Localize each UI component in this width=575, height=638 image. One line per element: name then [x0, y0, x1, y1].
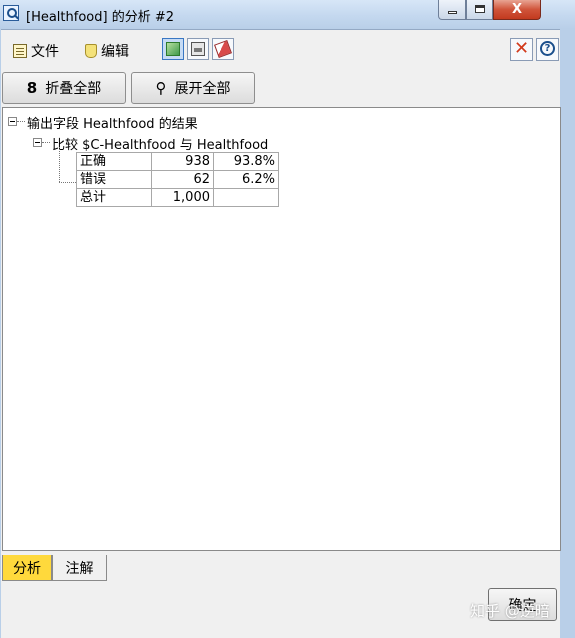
- row-label: 正确: [76, 152, 152, 171]
- row-count: 1,000: [151, 188, 214, 207]
- maximize-icon: [475, 5, 485, 13]
- menu-bar: 文件 编辑 ✕ ?: [1, 32, 560, 70]
- generate-node-button[interactable]: [162, 38, 184, 60]
- tab-annotations[interactable]: 注解: [52, 555, 107, 581]
- window-title: [Healthfood] 的分析 #2: [26, 10, 174, 25]
- tab-analysis[interactable]: 分析: [2, 555, 52, 581]
- expand-icon: ⚲: [155, 79, 167, 97]
- collapse-icon: 8: [26, 79, 38, 97]
- title-bar[interactable]: [Healthfood] 的分析 #2 X: [0, 0, 575, 30]
- export-icon: [214, 40, 232, 58]
- tree-line: [42, 142, 50, 143]
- table-row: 总计 1,000: [76, 188, 279, 207]
- expand-all-button[interactable]: ⚲ 展开全部: [131, 72, 255, 104]
- row-percent: [213, 188, 279, 207]
- analysis-window: [Healthfood] 的分析 #2 X 文件 编辑 ✕ ? 8 折叠全部 ⚲…: [0, 0, 575, 638]
- collapse-all-button[interactable]: 8 折叠全部: [2, 72, 126, 104]
- export-button[interactable]: [212, 38, 234, 60]
- maximize-button[interactable]: [466, 0, 493, 20]
- table-row: 正确 938 93.8%: [76, 152, 279, 171]
- menu-file[interactable]: 文件: [13, 40, 59, 62]
- watermark: 知乎 @逆暗: [470, 602, 550, 620]
- row-count: 62: [151, 170, 214, 189]
- expand-all-label: 展开全部: [174, 81, 231, 97]
- window-frame-right: [560, 29, 575, 638]
- tree-toggle-child[interactable]: [33, 138, 42, 147]
- tree-line: [59, 147, 60, 182]
- row-percent: 93.8%: [213, 152, 279, 171]
- search-app-icon: [3, 5, 19, 21]
- edit-icon: [85, 44, 97, 58]
- print-icon: [191, 42, 205, 56]
- table-row: 错误 62 6.2%: [76, 170, 279, 189]
- close-red-icon: ✕: [513, 38, 530, 59]
- help-icon: ?: [540, 41, 555, 56]
- delete-output-button[interactable]: ✕: [510, 38, 533, 61]
- file-icon: [13, 44, 27, 58]
- tree-line: [17, 121, 25, 122]
- menu-edit[interactable]: 编辑: [85, 40, 129, 62]
- tree-child-node[interactable]: 比较 $C-Healthfood 与 Healthfood: [52, 134, 268, 153]
- generate-node-icon: [166, 42, 180, 56]
- help-button[interactable]: ?: [536, 38, 559, 61]
- menu-file-label: 文件: [31, 44, 59, 60]
- results-table: 正确 938 93.8% 错误 62 6.2% 总计 1,000: [76, 152, 279, 207]
- tree-line: [59, 182, 76, 183]
- print-button[interactable]: [187, 38, 209, 60]
- close-icon: X: [511, 2, 523, 17]
- minimize-icon: [448, 11, 457, 14]
- tab-analysis-label: 分析: [13, 560, 41, 577]
- row-count: 938: [151, 152, 214, 171]
- tree-root-node[interactable]: 输出字段 Healthfood 的结果: [27, 113, 198, 132]
- window-frame-left: [0, 29, 1, 638]
- minimize-button[interactable]: [438, 0, 466, 20]
- row-label: 错误: [76, 170, 152, 189]
- row-label: 总计: [76, 188, 152, 207]
- collapse-all-label: 折叠全部: [45, 81, 102, 97]
- close-window-button[interactable]: X: [493, 0, 541, 20]
- row-percent: 6.2%: [213, 170, 279, 189]
- menu-edit-label: 编辑: [101, 44, 129, 60]
- tree-toggle-root[interactable]: [8, 117, 17, 126]
- analysis-output-panel: 输出字段 Healthfood 的结果 比较 $C-Healthfood 与 H…: [2, 107, 561, 551]
- tab-annotations-label: 注解: [65, 560, 94, 577]
